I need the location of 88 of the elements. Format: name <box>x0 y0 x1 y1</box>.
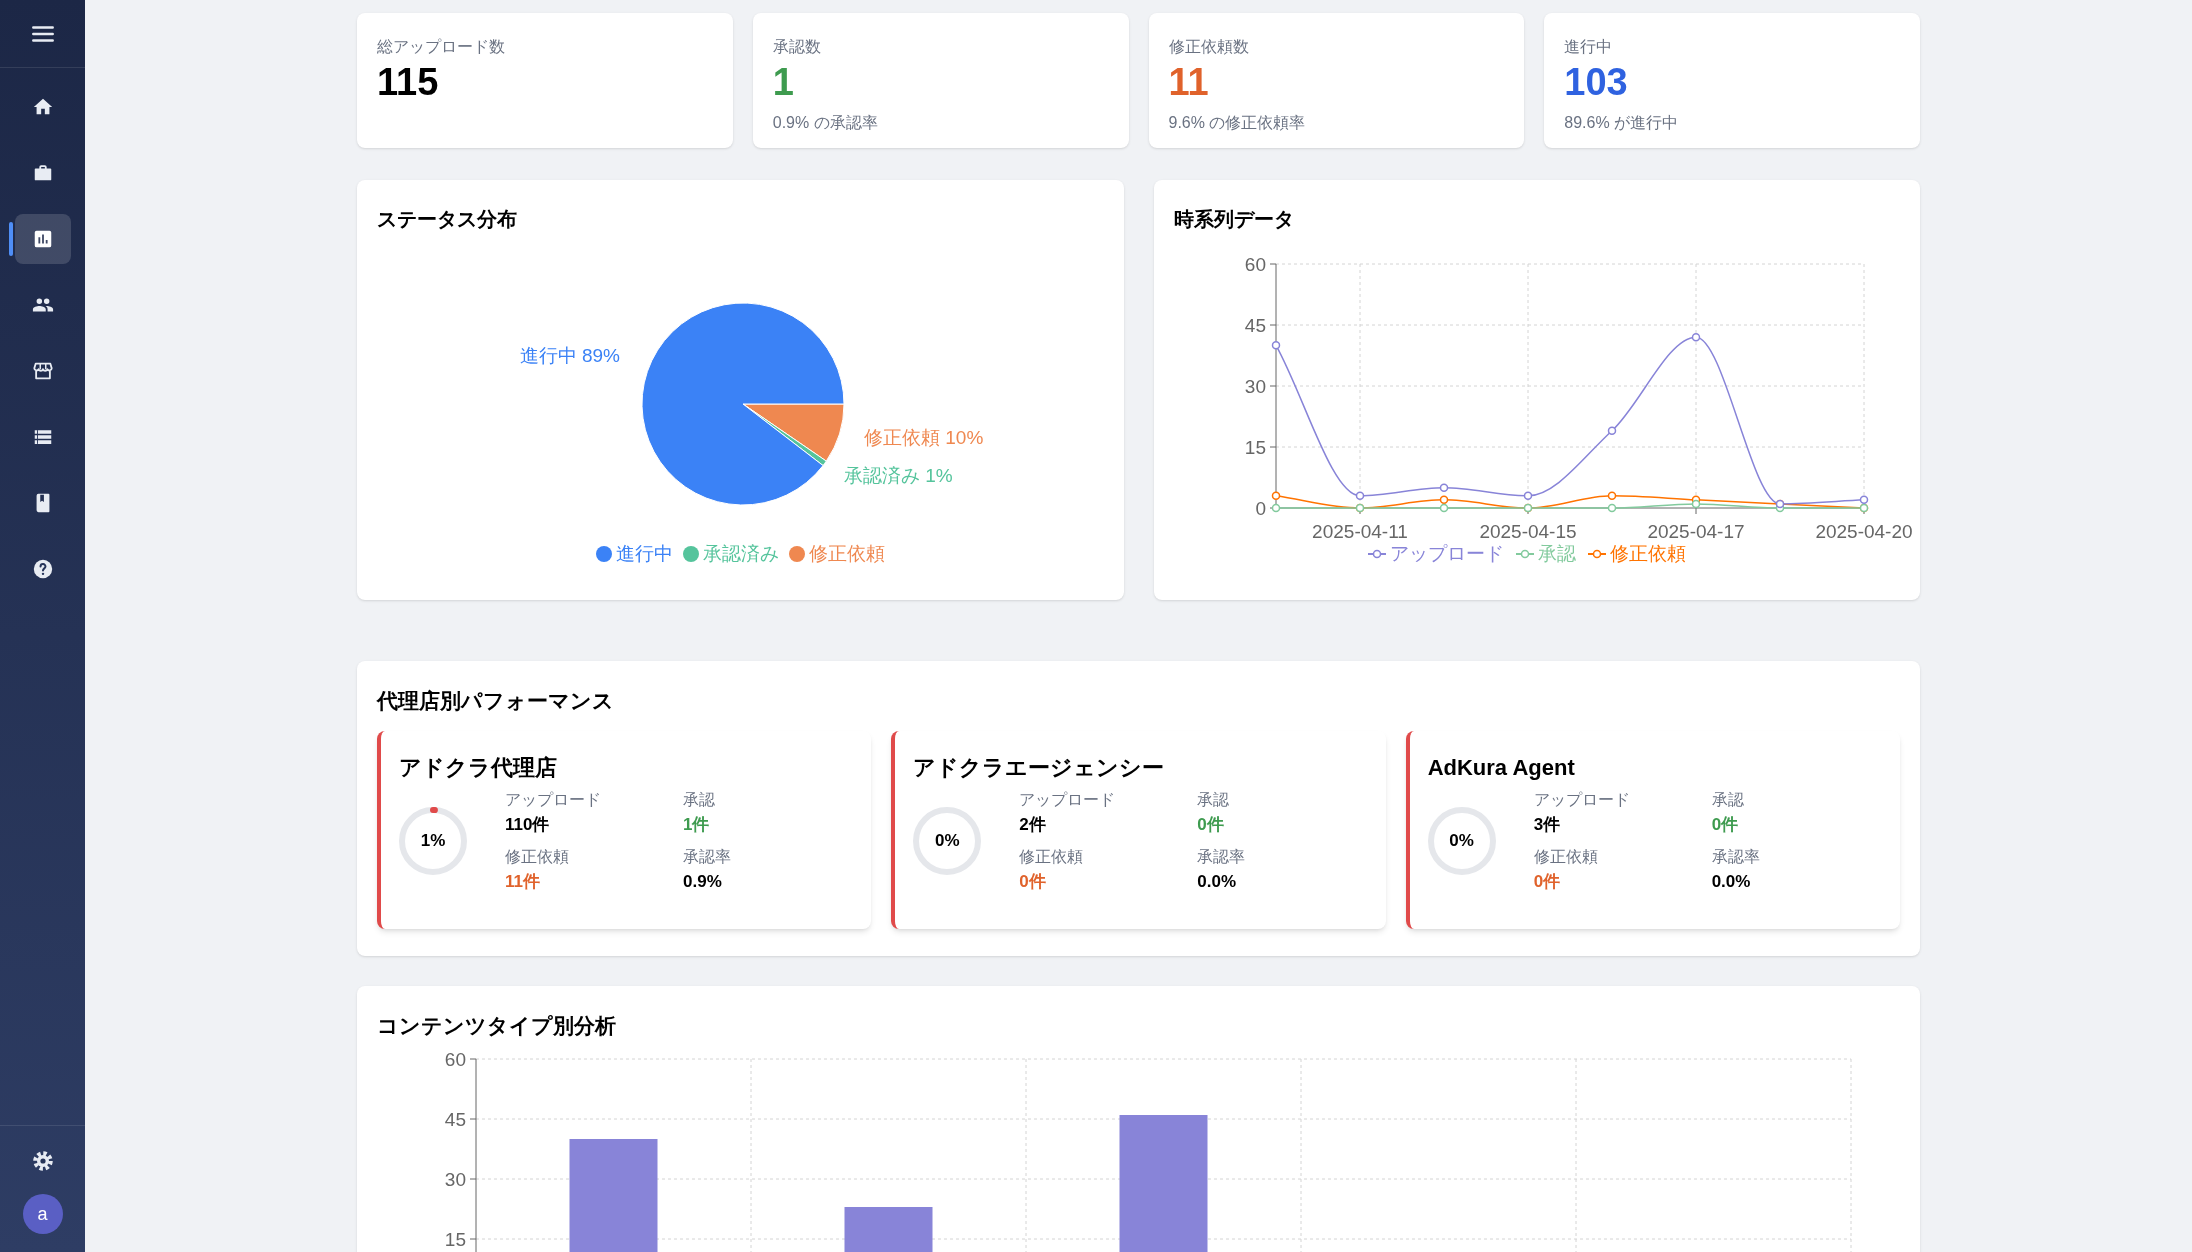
agency-name: アドクラ代理店 <box>398 753 558 782</box>
stat-caption: 0.9% の承認率 <box>772 113 879 133</box>
stat-value: 11件 <box>505 870 541 892</box>
point <box>1607 491 1616 501</box>
legend-label: 修正依頼 <box>1609 542 1686 566</box>
point <box>1859 495 1868 505</box>
stat-label: 承認 <box>1711 789 1745 810</box>
stat-label: 承認率 <box>1711 846 1760 867</box>
slice-label: 修正依頼 10% <box>864 427 984 448</box>
axis-tick-label: 2025-04-17 <box>1646 521 1745 542</box>
point <box>1271 503 1280 513</box>
legend-line-icon <box>1367 549 1386 560</box>
axis-tick-label: 45 <box>444 1108 466 1130</box>
axis-tick-label: 2025-04-15 <box>1478 521 1577 542</box>
legend-label: アップロード <box>1389 542 1504 566</box>
slice-label: 承認済み 1% <box>844 465 953 486</box>
card-title: コンテンツタイプ別分析 <box>377 1013 617 1039</box>
point <box>1355 491 1364 501</box>
axis-tick-label: 60 <box>444 1051 466 1070</box>
stat-label: 承認 <box>1197 789 1231 810</box>
stat-label: 修正依頼 <box>1533 846 1599 867</box>
card-title: 時系列データ <box>1173 207 1295 232</box>
stat-value: 2件 <box>1019 813 1047 835</box>
stat-label: 承認率 <box>1197 846 1246 867</box>
agency-name: アドクラエージェンシー <box>912 753 1166 782</box>
point <box>1607 503 1616 513</box>
agency-name: AdKura Agent <box>1426 753 1576 782</box>
point <box>1523 491 1532 501</box>
legend-label: 承認 <box>1537 542 1576 566</box>
stat-value: 0.0% <box>1711 870 1752 892</box>
stat-value: 115 <box>377 63 440 101</box>
point <box>1271 341 1280 350</box>
legend-label: 承認済み <box>702 542 779 566</box>
stat-label: アップロード <box>1019 789 1117 810</box>
card-title: ステータス分布 <box>377 207 518 232</box>
stat-value: 0件 <box>1197 813 1225 835</box>
axis-tick-label: 2025-04-11 <box>1311 521 1408 542</box>
slice-label: 進行中 89% <box>519 345 620 366</box>
active-indicator <box>8 222 13 256</box>
ring-label: 0% <box>1449 830 1474 852</box>
stat-value: 0.9% <box>683 870 723 892</box>
legend-label: 進行中 <box>615 542 673 566</box>
stat-label: 進行中 <box>1564 37 1614 57</box>
stat-label: 修正依頼 <box>505 846 570 867</box>
stat-caption: 9.6% の修正依頼率 <box>1168 113 1307 133</box>
store-icon <box>31 360 54 382</box>
point <box>1691 332 1700 342</box>
axis-tick-label: 45 <box>1244 315 1266 336</box>
ring-label: 0% <box>935 830 960 852</box>
legend-line-icon <box>1515 549 1534 560</box>
stat-value: 0.0% <box>1197 870 1238 892</box>
stat-caption: 89.6% が進行中 <box>1564 113 1680 133</box>
stat-value: 11 <box>1168 63 1210 101</box>
stat-label: 総アップロード数 <box>377 37 506 57</box>
stat-label: 承認数 <box>772 37 822 57</box>
stat-label: アップロード <box>505 789 602 810</box>
stat-value: 110件 <box>505 813 551 835</box>
help-icon <box>31 558 54 580</box>
stat-value: 103 <box>1564 63 1629 101</box>
point <box>1439 495 1448 505</box>
user-avatar[interactable]: a <box>22 1194 63 1234</box>
axis-tick-label: 60 <box>1244 254 1266 275</box>
axis-tick-label: 30 <box>444 1168 466 1190</box>
axis-tick-label: 15 <box>1244 437 1266 458</box>
card-title: 代理店別パフォーマンス <box>377 688 615 714</box>
stat-label: 修正依頼数 <box>1168 37 1250 57</box>
stat-value: 3件 <box>1533 813 1562 835</box>
stat-label: 承認 <box>683 789 716 810</box>
point <box>1439 503 1448 513</box>
stat-value: 1 <box>772 63 795 101</box>
axis-tick-label: 0 <box>1254 498 1266 519</box>
stat-label: アップロード <box>1533 789 1631 810</box>
legend-label: 修正依頼 <box>808 542 885 566</box>
stat-value: 0件 <box>1533 870 1562 892</box>
axis-tick-label: 15 <box>444 1228 466 1250</box>
axis-tick-label: 2025-04-20 <box>1814 521 1913 542</box>
point <box>1271 491 1280 501</box>
axis-tick-label: 30 <box>1244 376 1266 397</box>
point <box>1691 499 1700 509</box>
stat-label: 修正依頼 <box>1019 846 1085 867</box>
stat-value: 0件 <box>1711 813 1740 835</box>
legend-line-icon <box>1587 549 1606 560</box>
stat-label: 承認率 <box>683 846 731 867</box>
stat-value: 0件 <box>1019 870 1047 892</box>
point <box>1439 483 1448 492</box>
ring-label: 1% <box>420 830 446 852</box>
point <box>1607 426 1616 435</box>
stat-value: 1件 <box>683 813 711 835</box>
